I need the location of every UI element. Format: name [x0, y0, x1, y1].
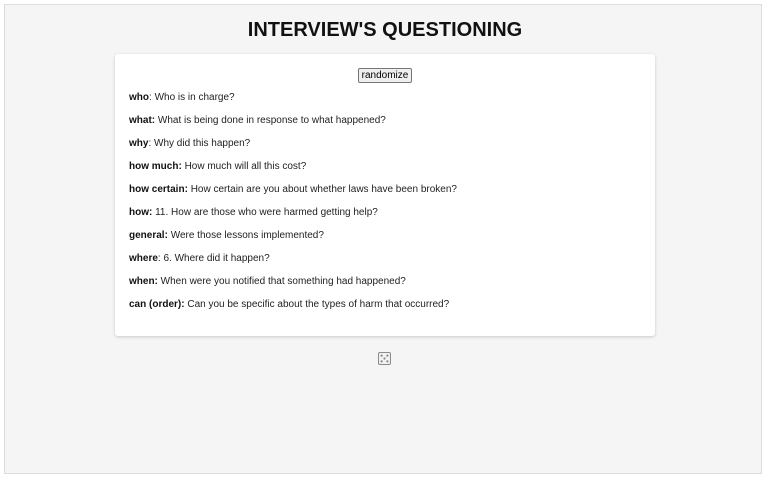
- question-item: when: When were you notified that someth…: [129, 275, 457, 298]
- question-text: Can you be specific about the types of h…: [187, 299, 450, 310]
- question-text: Why did this happen?: [154, 138, 251, 149]
- question-item: can (order): Can you be specific about t…: [129, 298, 457, 321]
- question-key: what:: [129, 115, 156, 126]
- question-key: when:: [129, 276, 158, 287]
- question-key: how:: [129, 207, 153, 218]
- question-text: How much will all this cost?: [184, 161, 307, 172]
- page-title: INTERVIEW'S QUESTIONING: [247, 19, 523, 41]
- question-key: how certain:: [129, 184, 188, 195]
- question-text: When were you notified that something ha…: [160, 276, 406, 287]
- question-key: how much:: [129, 161, 182, 172]
- questions-card: randomize who: Who is in charge? what: W…: [115, 54, 655, 336]
- question-text: 6. Where did it happen?: [163, 253, 270, 264]
- question-key: why: [129, 138, 149, 149]
- question-item: why: Why did this happen?: [129, 137, 457, 160]
- question-item: how: 11. How are those who were harmed g…: [129, 206, 457, 229]
- question-text: Who is in charge?: [154, 92, 235, 103]
- dice-icon[interactable]: [378, 352, 391, 365]
- randomize-button[interactable]: randomize: [358, 68, 412, 83]
- question-item: where: 6. Where did it happen?: [129, 252, 457, 275]
- question-text: How certain are you about whether laws h…: [190, 184, 457, 195]
- question-text: 11. How are those who were harmed gettin…: [155, 207, 378, 218]
- question-item: who: Who is in charge?: [129, 91, 457, 114]
- question-item: general: Were those lessons implemented?: [129, 229, 457, 252]
- page-background: INTERVIEW'S QUESTIONING randomize who: W…: [4, 4, 762, 474]
- question-text: Were those lessons implemented?: [170, 230, 324, 241]
- question-list: who: Who is in charge? what: What is bei…: [129, 91, 457, 321]
- question-item: what: What is being done in response to …: [129, 114, 457, 137]
- question-key: where: [129, 253, 158, 264]
- question-item: how much: How much will all this cost?: [129, 160, 457, 183]
- question-text: What is being done in response to what h…: [157, 115, 386, 126]
- question-key: general:: [129, 230, 168, 241]
- question-key: can (order):: [129, 299, 185, 310]
- question-item: how certain: How certain are you about w…: [129, 183, 457, 206]
- question-key: who: [129, 92, 149, 103]
